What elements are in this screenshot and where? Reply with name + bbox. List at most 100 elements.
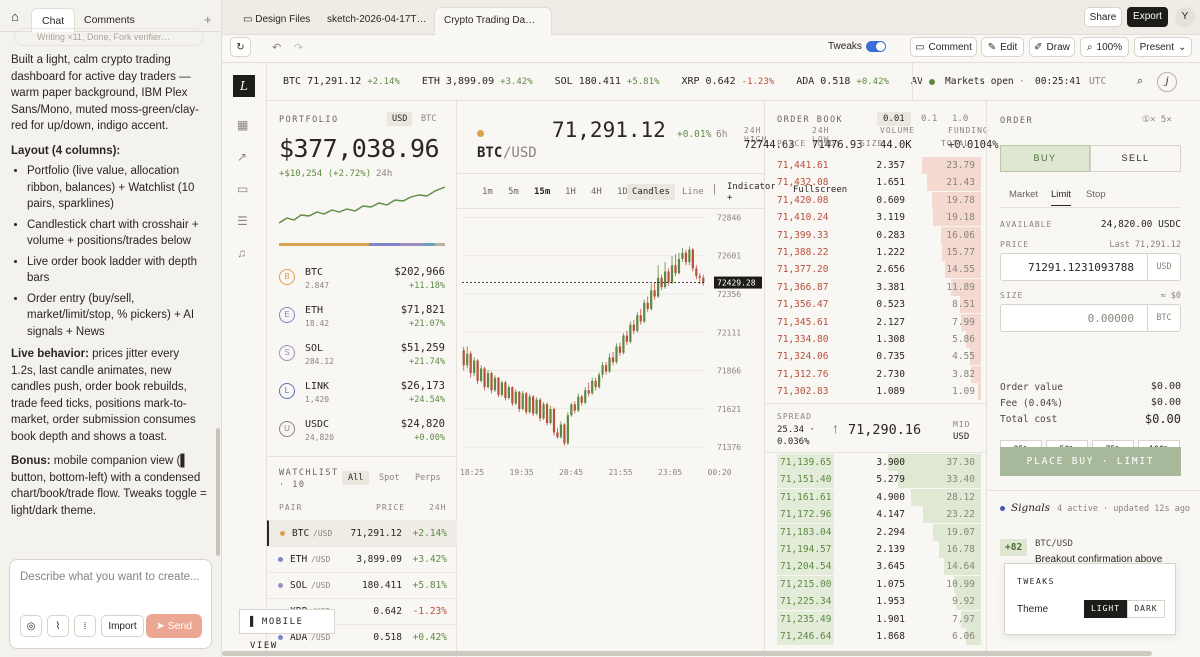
mode-line[interactable]: Line [682, 187, 704, 197]
import-button[interactable]: Import [101, 615, 144, 637]
user-avatar[interactable]: j [1157, 72, 1177, 92]
watchlist-row[interactable]: SOL/USD 180.411 +5.81% [267, 572, 457, 598]
timeframe-1m[interactable]: 1m [482, 187, 508, 197]
ask-row[interactable]: 71,312.76 2.730 3.82 [765, 365, 987, 383]
timeframe-15m[interactable]: 15m [534, 187, 565, 197]
ticker-item[interactable]: XRP 0.642 -1.23% [681, 76, 774, 87]
bid-row[interactable]: 71,194.57 2.139 16.78 [765, 541, 987, 558]
wallet-icon[interactable]: ▭ [237, 182, 248, 196]
size-input[interactable]: 0.00000 BTC [1000, 304, 1181, 332]
sell-tab[interactable]: SELL [1090, 145, 1181, 172]
bid-row[interactable]: 71,235.49 1.901 7.97 [765, 610, 987, 628]
dashboard-icon[interactable]: ▦ [237, 118, 248, 132]
ccy-btc-toggle[interactable]: BTC [421, 114, 436, 124]
book-size: 0.735 [876, 351, 905, 363]
bid-row[interactable]: 71,225.34 1.953 9.92 [765, 593, 987, 611]
leverage-select[interactable]: ①× 5× [1142, 115, 1172, 125]
price-input[interactable]: 71291.1231093788 USD [1000, 253, 1181, 281]
present-button[interactable]: Present ⌄ [1134, 37, 1192, 57]
buy-tab[interactable]: BUY [1000, 145, 1090, 172]
filter-all[interactable]: All [342, 471, 370, 485]
bell-icon[interactable]: ♫ [237, 246, 246, 260]
tab-crypto-dashboard[interactable]: Crypto Trading Da… ✕ [434, 7, 552, 52]
balance-row[interactable]: B BTC 2.847 $202,966 +11.18% [267, 263, 457, 301]
attach-icon[interactable]: ⌇ [47, 615, 69, 637]
settings-icon[interactable]: ◎ [20, 615, 42, 637]
share-button[interactable]: Share [1084, 7, 1122, 27]
bid-row[interactable]: 71,139.65 3.900 37.30 [765, 454, 987, 471]
ask-row[interactable]: 71,377.20 2.656 14.55 [765, 261, 987, 279]
balance-row[interactable]: U USDC 24,820 $24,820 +0.00% [267, 415, 457, 453]
timeframe-5m[interactable]: 5m [508, 187, 534, 197]
ask-row[interactable]: 71,432.08 1.651 21.43 [765, 174, 987, 192]
ask-row[interactable]: 71,420.08 0.609 19.78 [765, 191, 987, 209]
bid-row[interactable]: 71,246.64 1.868 6.06 [765, 628, 987, 645]
ask-row[interactable]: 71,356.47 0.523 8.51 [765, 296, 987, 314]
avatar[interactable]: Y [1175, 7, 1195, 27]
undo-icon[interactable]: ↶ [272, 41, 281, 54]
prompt-input[interactable]: Describe what you want to create... [20, 571, 200, 583]
add-tab-icon[interactable]: + [204, 12, 212, 27]
bid-row[interactable]: 71,183.04 2.294 19.07 [765, 523, 987, 541]
home-icon[interactable]: ⌂ [11, 9, 19, 24]
redo-icon[interactable]: ↷ [294, 41, 303, 54]
horizontal-scrollbar[interactable] [222, 651, 1152, 656]
ask-row[interactable]: 71,366.87 3.381 11.89 [765, 278, 987, 296]
ask-row[interactable]: 71,388.22 1.222 15.77 [765, 244, 987, 261]
list-icon[interactable]: ☰ [237, 214, 248, 228]
timeframe-1H[interactable]: 1H [565, 187, 591, 197]
ask-row[interactable]: 71,410.24 3.119 19.18 [765, 209, 987, 227]
chat-scrollbar[interactable] [216, 428, 220, 556]
mode-candles[interactable]: Candles [627, 184, 675, 200]
mic-icon[interactable]: ⦙ [74, 615, 96, 637]
step-001[interactable]: 0.01 [877, 112, 911, 126]
timeframe-4H[interactable]: 4H [591, 187, 617, 197]
type-limit[interactable]: Limit [1051, 189, 1072, 206]
ask-row[interactable]: 71,302.83 1.089 1.09 [765, 383, 987, 401]
ticker-item[interactable]: ADA 0.518 +0.42% [796, 76, 889, 87]
filter-spot[interactable]: Spot [379, 473, 399, 483]
tweaks-toggle[interactable] [866, 41, 886, 52]
ask-row[interactable]: 71,334.80 1.308 5.86 [765, 331, 987, 348]
ticker-item[interactable]: SOL 180.411 +5.81% [555, 76, 660, 87]
filter-perps[interactable]: Perps [415, 473, 441, 483]
ask-row[interactable]: 71,345.61 2.127 7.99 [765, 313, 987, 331]
edit-button[interactable]: ✎ Edit [981, 37, 1024, 57]
step-01[interactable]: 0.1 [921, 114, 937, 124]
candlestick-chart[interactable]: 72846 72601 72356 72111 71866 71621 71376 72429… [457, 209, 765, 479]
trend-icon[interactable]: ↗ [237, 150, 247, 164]
watchlist-row[interactable]: ETH/USD 3,899.09 +3.42% [267, 546, 457, 572]
bid-row[interactable]: 71,161.61 4.900 28.12 [765, 488, 987, 506]
ask-row[interactable]: 71,324.06 0.735 4.55 [765, 348, 987, 366]
comment-button[interactable]: ▭ Comment [910, 37, 977, 57]
bid-row[interactable]: 71,151.40 5.279 33.40 [765, 471, 987, 489]
zoom-button[interactable]: ⌕ 100% [1080, 37, 1129, 57]
watchlist-row[interactable]: BTC/USD 71,291.12 +2.14% [267, 520, 457, 546]
type-market[interactable]: Market [1009, 189, 1038, 200]
tab-sketch[interactable]: sketch-2026-04-17T… [318, 7, 436, 35]
bid-row[interactable]: 71,172.96 4.147 23.22 [765, 506, 987, 524]
bid-row[interactable]: 71,204.54 3.645 14.64 [765, 558, 987, 576]
balance-row[interactable]: E ETH 18.42 $71,821 +21.07% [267, 301, 457, 339]
ask-row[interactable]: 71,441.61 2.357 23.79 [765, 157, 987, 174]
balance-row[interactable]: L LINK 1,420 $26,173 +24.54% [267, 377, 457, 415]
export-button[interactable]: Export [1127, 7, 1168, 27]
mobile-view-button[interactable]: ▌ MOBILE VIEW [239, 609, 335, 651]
tab-design-files[interactable]: ▭ Design Files [234, 7, 319, 35]
ticker-item[interactable]: ETH 3,899.09 +3.42% [422, 76, 533, 87]
type-stop[interactable]: Stop [1086, 189, 1106, 200]
search-icon[interactable]: ⌕ [1137, 75, 1143, 88]
theme-light[interactable]: LIGHT [1084, 600, 1127, 618]
send-button[interactable]: ➤ Send [146, 614, 202, 638]
reload-icon[interactable]: ↻ [230, 37, 251, 57]
place-order-button[interactable]: PLACE BUY · LIMIT [1000, 447, 1181, 476]
ccy-usd-toggle[interactable]: USD [387, 112, 413, 126]
balance-row[interactable]: S SOL 284.12 $51,259 +21.74% [267, 339, 457, 377]
step-1[interactable]: 1.0 [952, 114, 968, 124]
bid-row[interactable]: 71,215.00 1.075 10.99 [765, 575, 987, 593]
ask-row[interactable]: 71,399.33 0.283 16.06 [765, 226, 987, 244]
ticker-item[interactable]: BTC 71,291.12 +2.14% [283, 76, 400, 87]
theme-dark[interactable]: DARK [1127, 600, 1165, 618]
draw-button[interactable]: ✐ Draw [1029, 37, 1075, 57]
book-total: 21.43 [946, 177, 975, 189]
